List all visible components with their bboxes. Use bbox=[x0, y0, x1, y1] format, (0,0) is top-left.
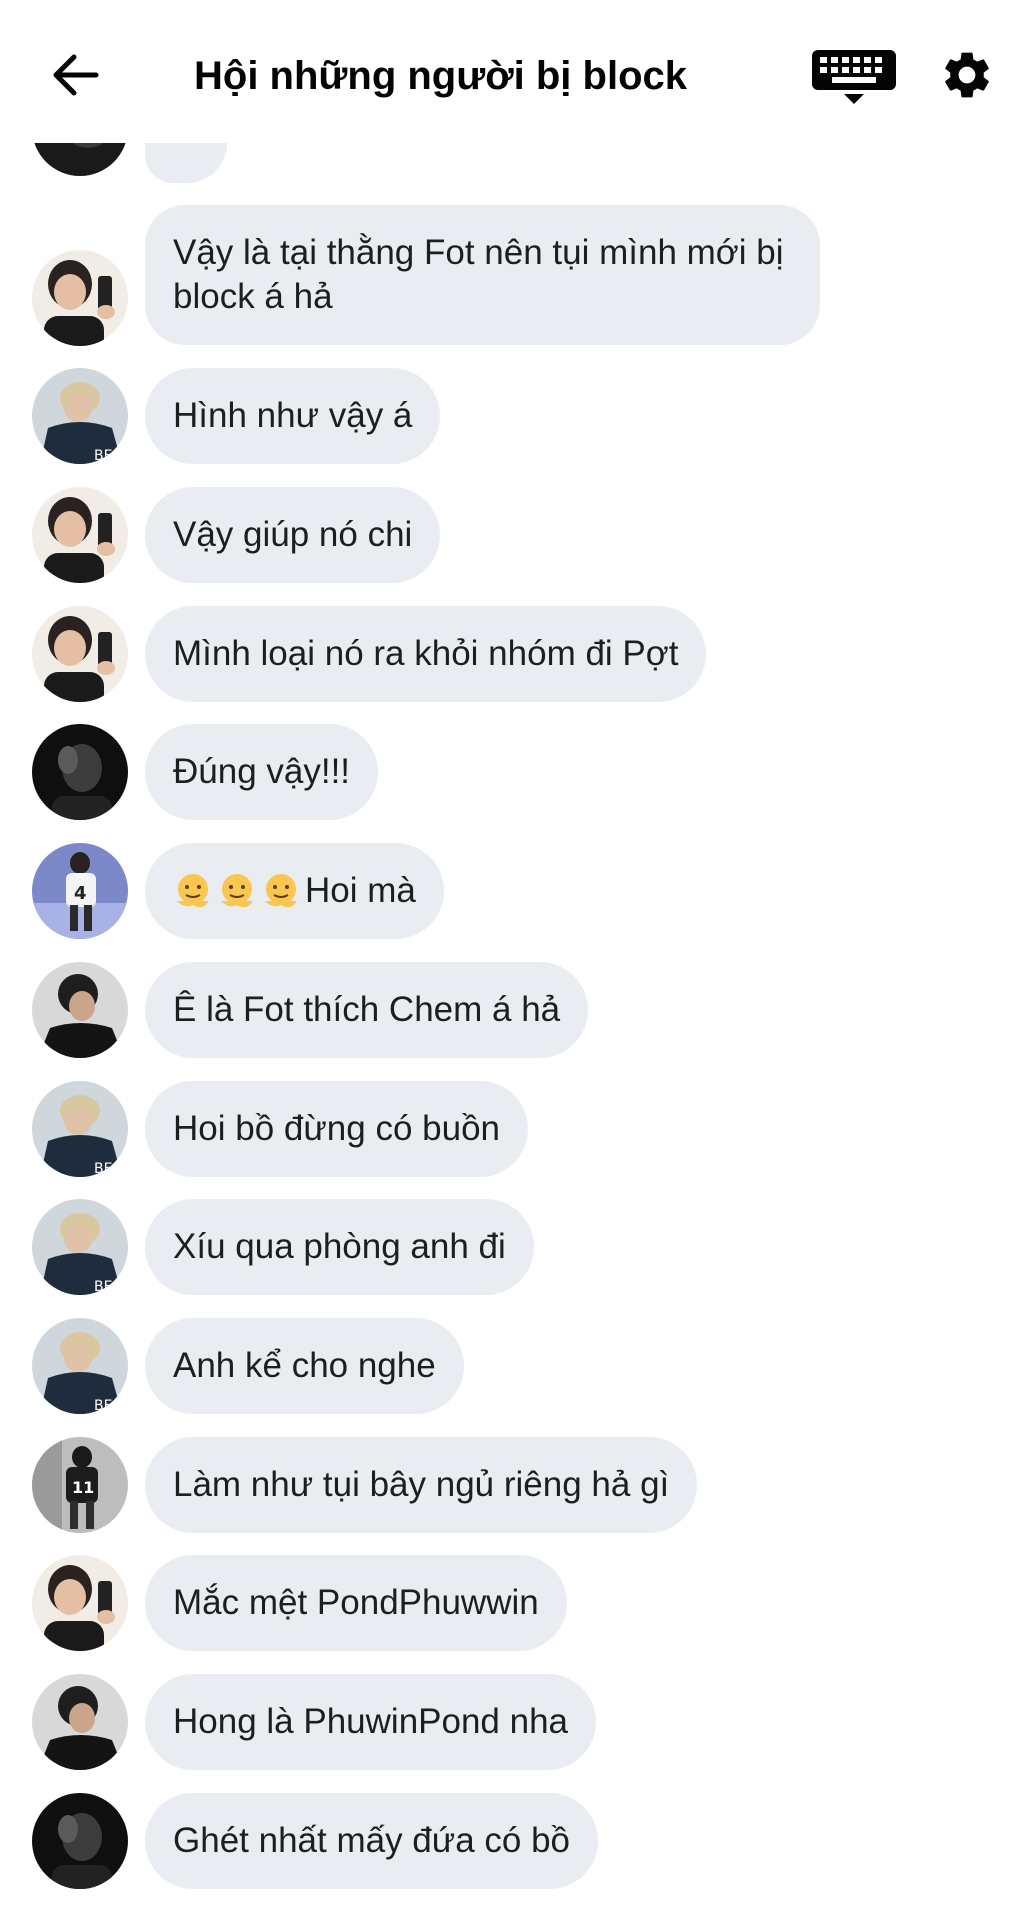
svg-text:4: 4 bbox=[74, 883, 87, 904]
message-text: Vậy là tại thằng Fot nên tụi mình mới bị… bbox=[173, 233, 784, 316]
message-text: Anh kể cho nghe bbox=[173, 1346, 436, 1385]
chat-header: Hội những người bị block bbox=[0, 0, 1035, 143]
page-title: Hội những người bị block bbox=[194, 54, 687, 98]
message-bubble[interactable]: Hình như vậy á bbox=[145, 368, 441, 464]
message-text: Hong là PhuwinPond nha bbox=[173, 1702, 569, 1741]
arrow-left-icon bbox=[53, 54, 99, 96]
message-bubble[interactable]: Làm như tụi bây ngủ riêng hả gì bbox=[145, 1437, 698, 1533]
message-bubble[interactable]: Hong là PhuwinPond nha bbox=[145, 1674, 597, 1770]
avatar[interactable]: BE bbox=[32, 1199, 128, 1295]
list-item: Mình loại nó ra khỏi nhóm đi Pợt bbox=[0, 606, 1035, 702]
message-text: Đúng vậy!!! bbox=[173, 752, 351, 791]
message-text: Làm như tụi bây ngủ riêng hả gì bbox=[173, 1465, 670, 1504]
message-text: Mình loại nó ra khỏi nhóm đi Pợt bbox=[173, 634, 679, 673]
message-bubble[interactable]: Ghét nhất mấy đứa có bồ bbox=[145, 1793, 598, 1889]
list-item: 4 Hoi mà bbox=[0, 843, 1035, 939]
message-text: Xíu qua phòng anh đi bbox=[173, 1227, 506, 1266]
message-text: Hình như vậy á bbox=[173, 396, 413, 435]
keyboard-button[interactable] bbox=[808, 46, 900, 108]
list-item: Vậy là tại thằng Fot nên tụi mình mới bị… bbox=[0, 205, 1035, 346]
message-bubble[interactable]: Vậy giúp nó chi bbox=[145, 487, 441, 583]
message-bubble[interactable]: Mắc mệt PondPhuwwin bbox=[145, 1555, 567, 1651]
avatar[interactable] bbox=[32, 1793, 128, 1889]
avatar[interactable]: BE bbox=[32, 368, 128, 464]
melting-face-icon bbox=[177, 874, 209, 908]
gear-icon bbox=[945, 52, 989, 98]
message-bubble[interactable]: Hoi mà bbox=[145, 843, 444, 939]
avatar[interactable] bbox=[32, 1674, 128, 1770]
back-button[interactable] bbox=[44, 44, 106, 106]
svg-text:BE: BE bbox=[94, 1161, 112, 1177]
message-bubble[interactable]: Anh kể cho nghe bbox=[145, 1318, 464, 1414]
message-list[interactable]: Vậy là tại thằng Fot nên tụi mình mới bị… bbox=[0, 0, 1035, 1920]
message-bubble[interactable]: Đúng vậy!!! bbox=[145, 724, 379, 820]
list-item: Đúng vậy!!! bbox=[0, 724, 1035, 820]
avatar[interactable] bbox=[32, 606, 128, 702]
svg-text:BE: BE bbox=[94, 1279, 112, 1295]
list-item: Vậy giúp nó chi bbox=[0, 487, 1035, 583]
avatar[interactable] bbox=[32, 1555, 128, 1651]
melting-face-icon bbox=[221, 874, 253, 908]
list-item: Hong là PhuwinPond nha bbox=[0, 1674, 1035, 1770]
avatar[interactable] bbox=[32, 962, 128, 1058]
message-text: Ghét nhất mấy đứa có bồ bbox=[173, 1821, 570, 1860]
avatar[interactable]: BE bbox=[32, 1318, 128, 1414]
message-bubble[interactable]: Xíu qua phòng anh đi bbox=[145, 1199, 534, 1295]
svg-text:11: 11 bbox=[72, 1478, 94, 1497]
message-text: Vậy giúp nó chi bbox=[173, 515, 413, 554]
message-bubble[interactable]: Ê là Fot thích Chem á hả bbox=[145, 962, 589, 1058]
message-bubble[interactable]: Hoi bồ đừng có buồn bbox=[145, 1081, 528, 1177]
list-item: BE Xíu qua phòng anh đi bbox=[0, 1199, 1035, 1295]
settings-button[interactable] bbox=[936, 44, 998, 106]
message-text: Hoi mà bbox=[305, 871, 416, 910]
message-text: Ê là Fot thích Chem á hả bbox=[173, 990, 561, 1029]
list-item: BE Anh kể cho nghe bbox=[0, 1318, 1035, 1414]
avatar[interactable]: BE bbox=[32, 1081, 128, 1177]
message-text: Hoi bồ đừng có buồn bbox=[173, 1109, 500, 1148]
list-item: Ghét nhất mấy đứa có bồ bbox=[0, 1793, 1035, 1889]
list-item: Mắc mệt PondPhuwwin bbox=[0, 1555, 1035, 1651]
message-text: Mắc mệt PondPhuwwin bbox=[173, 1583, 539, 1622]
avatar[interactable] bbox=[32, 724, 128, 820]
list-item: BE Hoi bồ đừng có buồn bbox=[0, 1081, 1035, 1177]
svg-text:BE: BE bbox=[94, 1398, 112, 1414]
list-item: 11 Làm như tụi bây ngủ riêng hả gì bbox=[0, 1437, 1035, 1533]
avatar[interactable]: 4 bbox=[32, 843, 128, 939]
svg-text:BE: BE bbox=[94, 448, 112, 464]
avatar[interactable] bbox=[32, 487, 128, 583]
message-bubble[interactable]: Vậy là tại thằng Fot nên tụi mình mới bị… bbox=[145, 205, 820, 345]
melting-face-icon bbox=[265, 874, 297, 908]
message-bubble[interactable]: Mình loại nó ra khỏi nhóm đi Pợt bbox=[145, 606, 707, 702]
avatar[interactable] bbox=[32, 250, 128, 346]
list-item: Ê là Fot thích Chem á hả bbox=[0, 962, 1035, 1058]
list-item: BE Hình như vậy á bbox=[0, 368, 1035, 464]
keyboard-icon bbox=[812, 50, 896, 104]
avatar[interactable]: 11 bbox=[32, 1437, 128, 1533]
